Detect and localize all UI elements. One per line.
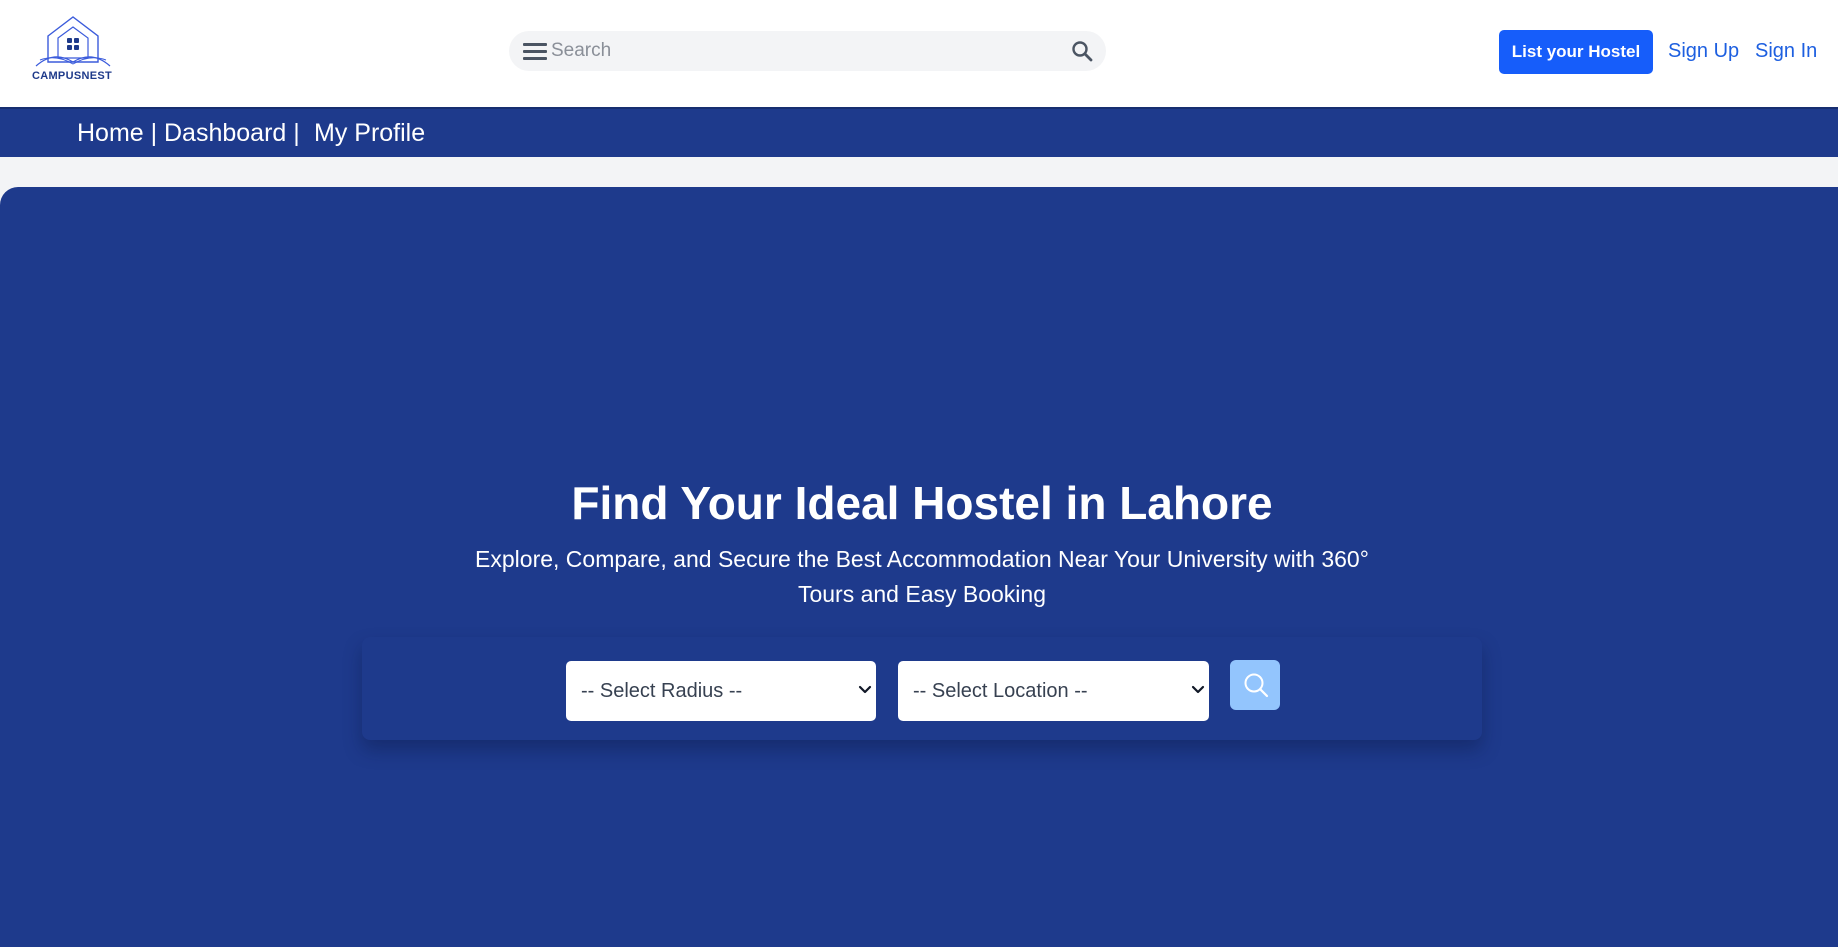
brand-name: CAMPUSNEST [31,70,112,82]
nav-dashboard-link[interactable]: Dashboard | [164,119,300,148]
radius-select[interactable]: -- Select Radius -- [566,661,876,721]
list-your-hostel-button[interactable]: List your Hostel [1499,30,1653,74]
chevron-down-icon [1191,685,1205,694]
brand-logo[interactable]: CAMPUSNEST [24,14,120,86]
chevron-down-icon [858,685,872,694]
hero-search-button[interactable] [1230,660,1280,710]
logo-house-icon [35,16,111,67]
hero-title: Find Your Ideal Hostel in Lahore [571,477,1273,529]
sign-in-link[interactable]: Sign In [1755,40,1817,63]
search-icon [1244,673,1269,698]
menu-icon[interactable] [523,43,547,60]
location-select-value: -- Select Location -- [913,680,1088,702]
hero-section: Find Your Ideal Hostel in Lahore Explore… [0,187,1838,947]
nav-my-profile-link[interactable]: My Profile [314,119,425,148]
nav-home-link[interactable]: Home | [77,119,157,148]
sign-up-link[interactable]: Sign Up [1668,40,1739,63]
location-select[interactable]: -- Select Location -- [898,661,1209,721]
search-input[interactable] [551,31,1041,71]
main-nav: Home | Dashboard | My Profile [0,107,1838,157]
top-header: CAMPUSNEST List your Hostel Sign Up Sign… [0,0,1838,107]
search-icon[interactable] [1071,40,1093,62]
hero-subtitle: Explore, Compare, and Secure the Best Ac… [475,546,1369,607]
search-bar [509,31,1106,71]
radius-select-value: -- Select Radius -- [581,680,743,702]
